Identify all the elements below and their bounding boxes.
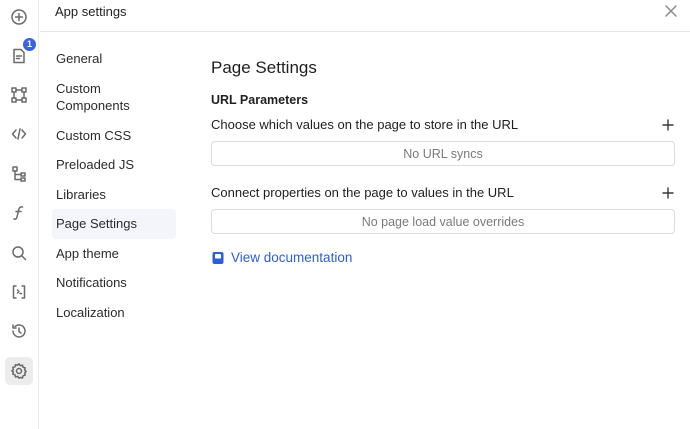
notification-badge: 1 [23, 38, 36, 51]
store-values-label: Choose which values on the page to store… [211, 117, 519, 132]
connect-properties-label: Connect properties on the page to values… [211, 185, 514, 200]
function-button[interactable] [5, 199, 33, 227]
overrides-empty-state: No page load value overrides [211, 209, 675, 234]
page-title: Page Settings [211, 58, 317, 77]
icon-rail: 1 [0, 0, 39, 429]
settings-nav: General Custom Components Custom CSS Pre… [52, 44, 176, 327]
nav-item-custom-components[interactable]: Custom Components [52, 74, 176, 121]
components-icon [11, 87, 27, 103]
nav-item-notifications[interactable]: Notifications [52, 268, 176, 298]
nav-item-libraries[interactable]: Libraries [52, 180, 176, 210]
code-button[interactable] [5, 120, 33, 148]
add-icon [11, 9, 27, 25]
nav-item-page-settings[interactable]: Page Settings [52, 209, 176, 239]
search-icon [12, 246, 27, 261]
nav-item-preloaded-js[interactable]: Preloaded JS [52, 150, 176, 180]
nav-item-custom-css[interactable]: Custom CSS [52, 121, 176, 151]
gear-icon [11, 363, 27, 379]
dialog-header: App settings [40, 0, 690, 32]
view-documentation-label: View documentation [231, 250, 353, 265]
history-button[interactable] [5, 317, 33, 345]
book-icon [212, 251, 224, 264]
dialog-title: App settings [55, 4, 127, 19]
function-icon [13, 206, 24, 220]
pages-button[interactable]: 1 [5, 38, 36, 70]
components-button[interactable] [5, 81, 33, 109]
search-button[interactable] [5, 239, 33, 267]
nav-item-app-theme[interactable]: App theme [52, 239, 176, 269]
view-documentation-link[interactable]: View documentation [211, 250, 675, 265]
plus-icon [662, 118, 674, 131]
tree-button[interactable] [5, 160, 33, 188]
history-icon [12, 324, 26, 338]
close-icon [665, 5, 677, 17]
add-url-sync-button[interactable] [661, 118, 675, 132]
settings-button[interactable] [5, 357, 33, 385]
store-values-row: Choose which values on the page to store… [211, 116, 675, 133]
state-button[interactable] [5, 278, 33, 306]
state-icon [12, 285, 26, 299]
close-button[interactable] [664, 4, 678, 18]
add-button[interactable] [5, 3, 33, 31]
page-settings-panel: Page Settings URL Parameters Choose whic… [211, 56, 675, 265]
plus-icon [662, 186, 674, 199]
code-icon [11, 128, 27, 140]
tree-icon [12, 166, 26, 182]
connect-properties-row: Connect properties on the page to values… [211, 184, 675, 201]
url-syncs-empty-state: No URL syncs [211, 141, 675, 166]
nav-item-general[interactable]: General [52, 44, 176, 74]
add-override-button[interactable] [661, 186, 675, 200]
nav-item-localization[interactable]: Localization [52, 298, 176, 328]
section-title: URL Parameters [211, 93, 309, 107]
